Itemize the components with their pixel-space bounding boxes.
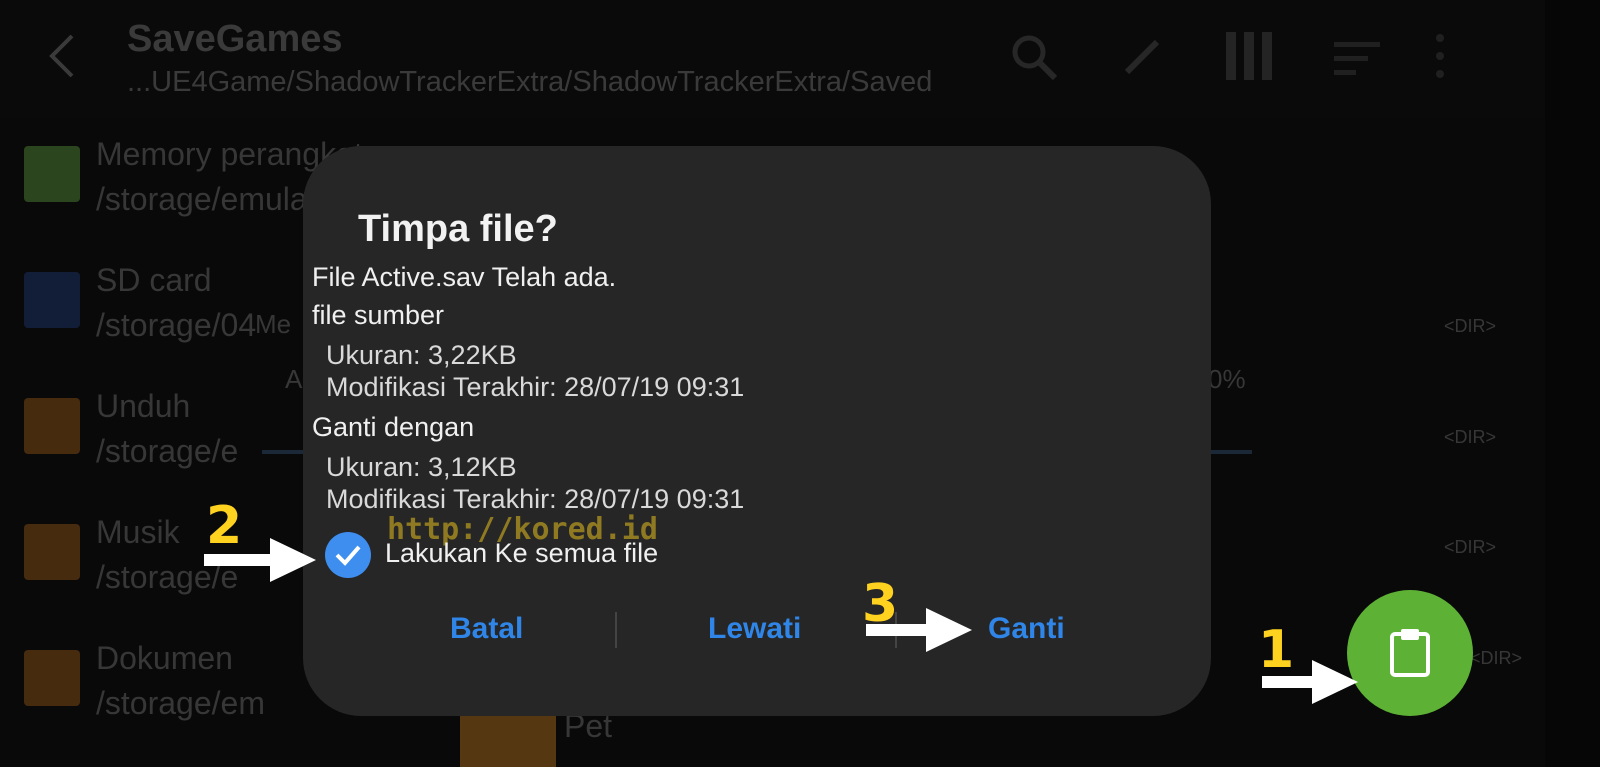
list-item-path: /storage/04 (96, 307, 257, 343)
arrow-icon (866, 608, 972, 652)
dir-label: <DIR> (1444, 427, 1497, 447)
list-item-path: /storage/e (96, 433, 239, 469)
dir-label: <DIR> (1444, 316, 1497, 336)
button-divider (615, 612, 617, 648)
more-icon[interactable] (1420, 28, 1460, 84)
apply-all-label[interactable]: Lakukan Ke semua file (385, 538, 658, 569)
folder-title: SaveGames (127, 18, 343, 60)
search-icon[interactable] (1005, 28, 1061, 84)
view-grid-icon[interactable] (1222, 28, 1278, 84)
document-folder-icon (24, 650, 80, 706)
file-exists-text: File Active.sav Telah ada. (312, 262, 617, 292)
list-item-name: Unduh (96, 388, 191, 424)
dir-label: <DIR> (1444, 537, 1497, 557)
back-icon[interactable] (40, 30, 84, 82)
dir-label: <DIR> (1470, 648, 1523, 668)
bg-progress-percent: 0% (1208, 364, 1246, 394)
source-size: Ukuran: 3,22KB (326, 340, 517, 370)
checkmark-icon (335, 545, 361, 566)
app-bar: SaveGames ...UE4Game/ShadowTrackerExtra/… (0, 0, 1545, 118)
list-item-path: /storage/em (96, 685, 265, 721)
source-label: file sumber (312, 300, 445, 330)
arrow-icon (204, 538, 316, 582)
skip-button[interactable]: Lewati (708, 612, 801, 646)
sort-icon[interactable] (1330, 28, 1386, 84)
android-storage-icon (24, 146, 80, 202)
replace-modified: Modifikasi Terakhir: 28/07/19 09:31 (326, 484, 745, 514)
cancel-button[interactable]: Batal (450, 612, 523, 646)
list-item-name: SD card (96, 262, 212, 298)
replace-button[interactable]: Ganti (988, 612, 1065, 646)
sd-card-icon (24, 272, 80, 328)
music-folder-icon (24, 524, 80, 580)
download-folder-icon (24, 398, 80, 454)
bg-text-fragment: A (285, 364, 303, 394)
list-item-name: Dokumen (96, 640, 233, 676)
bg-text-fragment: Me (255, 309, 292, 339)
replace-label: Ganti dengan (312, 412, 475, 442)
dialog-title: Timpa file? (358, 208, 558, 250)
folder-path: ...UE4Game/ShadowTrackerExtra/ShadowTrac… (127, 66, 933, 98)
edit-icon[interactable] (1115, 28, 1171, 84)
replace-size: Ukuran: 3,12KB (326, 452, 517, 482)
paste-fab-button[interactable] (1347, 590, 1473, 716)
list-item-name: Musik (96, 514, 180, 550)
apply-all-checkbox[interactable] (325, 532, 371, 578)
arrow-icon (1262, 660, 1358, 704)
source-modified: Modifikasi Terakhir: 28/07/19 09:31 (326, 372, 745, 402)
clipboard-paste-icon (1390, 629, 1430, 677)
overwrite-dialog: Timpa file? File Active.sav Telah ada. f… (303, 146, 1211, 716)
